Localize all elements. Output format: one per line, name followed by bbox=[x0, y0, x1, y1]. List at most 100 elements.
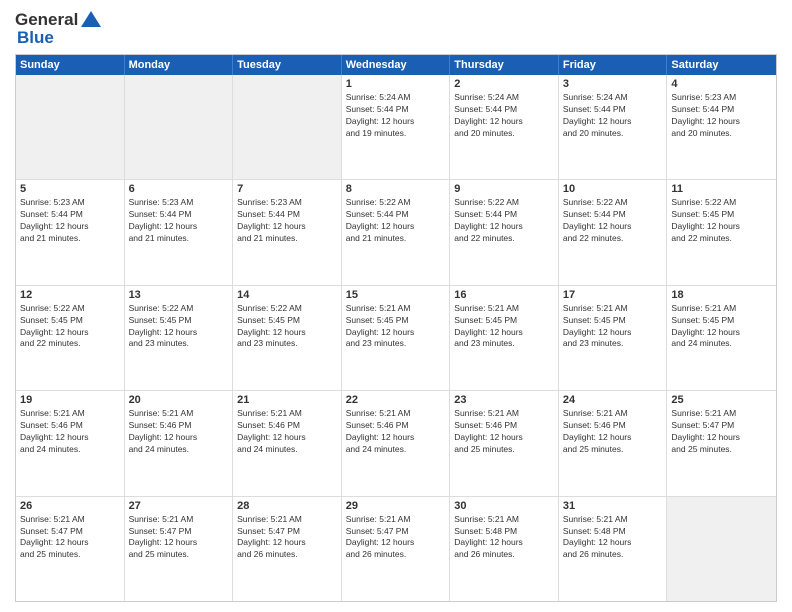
header-wednesday: Wednesday bbox=[342, 55, 451, 75]
page: General Blue Sunday Monday Tuesday Wedne… bbox=[0, 0, 792, 612]
day-info: Sunrise: 5:21 AMSunset: 5:47 PMDaylight:… bbox=[129, 514, 229, 562]
day-number: 19 bbox=[20, 394, 120, 406]
table-row bbox=[16, 75, 125, 179]
table-row bbox=[233, 75, 342, 179]
day-number: 20 bbox=[129, 394, 229, 406]
day-number: 29 bbox=[346, 500, 446, 512]
day-number: 25 bbox=[671, 394, 772, 406]
logo-area: General Blue bbox=[15, 10, 102, 48]
table-row: 9 Sunrise: 5:22 AMSunset: 5:44 PMDaylight… bbox=[450, 180, 559, 284]
table-row: 10 Sunrise: 5:22 AMSunset: 5:44 PMDayligh… bbox=[559, 180, 668, 284]
day-info: Sunrise: 5:21 AMSunset: 5:46 PMDaylight:… bbox=[129, 408, 229, 456]
header: General Blue bbox=[15, 10, 777, 48]
day-info: Sunrise: 5:23 AMSunset: 5:44 PMDaylight:… bbox=[20, 197, 120, 245]
day-info: Sunrise: 5:23 AMSunset: 5:44 PMDaylight:… bbox=[671, 92, 772, 140]
header-saturday: Saturday bbox=[667, 55, 776, 75]
day-info: Sunrise: 5:22 AMSunset: 5:45 PMDaylight:… bbox=[20, 303, 120, 351]
calendar-week-1: 1 Sunrise: 5:24 AMSunset: 5:44 PMDaylight… bbox=[16, 75, 776, 179]
day-number: 23 bbox=[454, 394, 554, 406]
day-info: Sunrise: 5:23 AMSunset: 5:44 PMDaylight:… bbox=[129, 197, 229, 245]
day-number: 18 bbox=[671, 289, 772, 301]
table-row: 27 Sunrise: 5:21 AMSunset: 5:47 PMDayligh… bbox=[125, 497, 234, 601]
table-row: 6 Sunrise: 5:23 AMSunset: 5:44 PMDaylight… bbox=[125, 180, 234, 284]
table-row: 30 Sunrise: 5:21 AMSunset: 5:48 PMDayligh… bbox=[450, 497, 559, 601]
day-info: Sunrise: 5:21 AMSunset: 5:48 PMDaylight:… bbox=[563, 514, 663, 562]
table-row: 18 Sunrise: 5:21 AMSunset: 5:45 PMDayligh… bbox=[667, 286, 776, 390]
table-row: 17 Sunrise: 5:21 AMSunset: 5:45 PMDayligh… bbox=[559, 286, 668, 390]
day-number: 9 bbox=[454, 183, 554, 195]
day-number: 26 bbox=[20, 500, 120, 512]
day-info: Sunrise: 5:21 AMSunset: 5:46 PMDaylight:… bbox=[346, 408, 446, 456]
table-row: 15 Sunrise: 5:21 AMSunset: 5:45 PMDayligh… bbox=[342, 286, 451, 390]
table-row: 14Sunrise: 5:22 AMSunset: 5:45 PMDayligh… bbox=[233, 286, 342, 390]
day-info: Sunrise: 5:22 AMSunset: 5:44 PMDaylight:… bbox=[454, 197, 554, 245]
day-number: 24 bbox=[563, 394, 663, 406]
day-info: Sunrise: 5:23 AMSunset: 5:44 PMDaylight:… bbox=[237, 197, 337, 245]
day-number: 31 bbox=[563, 500, 663, 512]
day-number: 11 bbox=[671, 183, 772, 195]
table-row: 16 Sunrise: 5:21 AMSunset: 5:45 PMDayligh… bbox=[450, 286, 559, 390]
day-number: 4 bbox=[671, 78, 772, 90]
day-info: Sunrise: 5:22 AMSunset: 5:45 PMDaylight:… bbox=[129, 303, 229, 351]
day-info: Sunrise: 5:21 AMSunset: 5:45 PMDaylight:… bbox=[454, 303, 554, 351]
day-number: 17 bbox=[563, 289, 663, 301]
day-number: 1 bbox=[346, 78, 446, 90]
day-info: Sunrise: 5:21 AMSunset: 5:45 PMDaylight:… bbox=[671, 303, 772, 351]
table-row: 29 Sunrise: 5:21 AMSunset: 5:47 PMDayligh… bbox=[342, 497, 451, 601]
day-info: Sunrise: 5:21 AMSunset: 5:46 PMDaylight:… bbox=[20, 408, 120, 456]
table-row: 24 Sunrise: 5:21 AMSunset: 5:46 PMDayligh… bbox=[559, 391, 668, 495]
header-sunday: Sunday bbox=[16, 55, 125, 75]
day-number: 28 bbox=[237, 500, 337, 512]
day-number: 27 bbox=[129, 500, 229, 512]
day-number: 16 bbox=[454, 289, 554, 301]
day-number: 30 bbox=[454, 500, 554, 512]
calendar-week-4: 19 Sunrise: 5:21 AMSunset: 5:46 PMDayligh… bbox=[16, 390, 776, 495]
day-info: Sunrise: 5:22 AMSunset: 5:44 PMDaylight:… bbox=[346, 197, 446, 245]
day-info: Sunrise: 5:21 AMSunset: 5:45 PMDaylight:… bbox=[563, 303, 663, 351]
table-row: 4 Sunrise: 5:23 AMSunset: 5:44 PMDaylight… bbox=[667, 75, 776, 179]
day-info: Sunrise: 5:24 AMSunset: 5:44 PMDaylight:… bbox=[454, 92, 554, 140]
day-number: 6 bbox=[129, 183, 229, 195]
day-number: 8 bbox=[346, 183, 446, 195]
calendar-body: 1 Sunrise: 5:24 AMSunset: 5:44 PMDaylight… bbox=[16, 75, 776, 601]
table-row: 21 Sunrise: 5:21 AMSunset: 5:46 PMDayligh… bbox=[233, 391, 342, 495]
table-row bbox=[125, 75, 234, 179]
day-info: Sunrise: 5:22 AMSunset: 5:45 PMDaylight:… bbox=[237, 303, 337, 351]
day-number: 2 bbox=[454, 78, 554, 90]
day-info: Sunrise: 5:21 AMSunset: 5:47 PMDaylight:… bbox=[346, 514, 446, 562]
day-info: Sunrise: 5:21 AMSunset: 5:46 PMDaylight:… bbox=[563, 408, 663, 456]
table-row bbox=[667, 497, 776, 601]
day-number: 3 bbox=[563, 78, 663, 90]
day-number: 10 bbox=[563, 183, 663, 195]
day-info: Sunrise: 5:21 AMSunset: 5:45 PMDaylight:… bbox=[346, 303, 446, 351]
day-number: 21 bbox=[237, 394, 337, 406]
day-number: 5 bbox=[20, 183, 120, 195]
table-row: 3Sunrise: 5:24 AMSunset: 5:44 PMDaylight… bbox=[559, 75, 668, 179]
day-info: Sunrise: 5:22 AMSunset: 5:45 PMDaylight:… bbox=[671, 197, 772, 245]
day-info: Sunrise: 5:21 AMSunset: 5:47 PMDaylight:… bbox=[20, 514, 120, 562]
day-number: 13 bbox=[129, 289, 229, 301]
day-info: Sunrise: 5:21 AMSunset: 5:47 PMDaylight:… bbox=[671, 408, 772, 456]
table-row: 19 Sunrise: 5:21 AMSunset: 5:46 PMDayligh… bbox=[16, 391, 125, 495]
day-info: Sunrise: 5:21 AMSunset: 5:47 PMDaylight:… bbox=[237, 514, 337, 562]
table-row: 5 Sunrise: 5:23 AMSunset: 5:44 PMDaylight… bbox=[16, 180, 125, 284]
day-info: Sunrise: 5:21 AMSunset: 5:46 PMDaylight:… bbox=[237, 408, 337, 456]
table-row: 20 Sunrise: 5:21 AMSunset: 5:46 PMDayligh… bbox=[125, 391, 234, 495]
table-row: 7 Sunrise: 5:23 AMSunset: 5:44 PMDaylight… bbox=[233, 180, 342, 284]
header-tuesday: Tuesday bbox=[233, 55, 342, 75]
calendar: Sunday Monday Tuesday Wednesday Thursday… bbox=[15, 54, 777, 602]
table-row: 28 Sunrise: 5:21 AMSunset: 5:47 PMDayligh… bbox=[233, 497, 342, 601]
day-number: 7 bbox=[237, 183, 337, 195]
calendar-week-5: 26 Sunrise: 5:21 AMSunset: 5:47 PMDayligh… bbox=[16, 496, 776, 601]
table-row: 1 Sunrise: 5:24 AMSunset: 5:44 PMDaylight… bbox=[342, 75, 451, 179]
table-row: 8 Sunrise: 5:22 AMSunset: 5:44 PMDaylight… bbox=[342, 180, 451, 284]
day-number: 22 bbox=[346, 394, 446, 406]
calendar-week-3: 12Sunrise: 5:22 AMSunset: 5:45 PMDayligh… bbox=[16, 285, 776, 390]
day-info: Sunrise: 5:24 AMSunset: 5:44 PMDaylight:… bbox=[346, 92, 446, 140]
table-row: 13 Sunrise: 5:22 AMSunset: 5:45 PMDayligh… bbox=[125, 286, 234, 390]
day-number: 15 bbox=[346, 289, 446, 301]
day-info: Sunrise: 5:21 AMSunset: 5:48 PMDaylight:… bbox=[454, 514, 554, 562]
day-info: Sunrise: 5:22 AMSunset: 5:44 PMDaylight:… bbox=[563, 197, 663, 245]
header-thursday: Thursday bbox=[450, 55, 559, 75]
header-friday: Friday bbox=[559, 55, 668, 75]
